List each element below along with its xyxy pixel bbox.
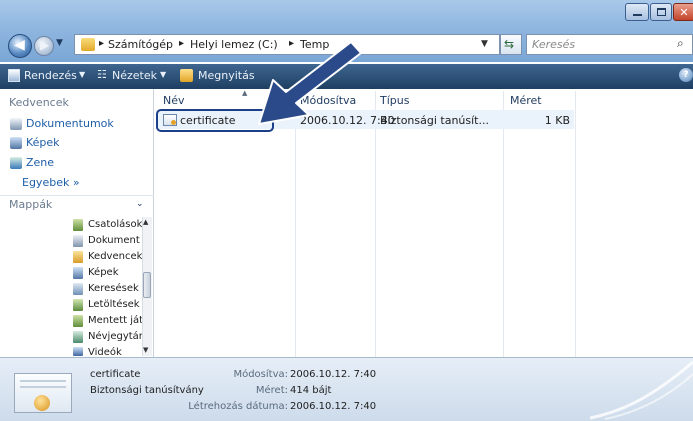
address-dropdown-icon[interactable]: ▼: [481, 39, 488, 49]
folders-collapse-chevron-icon[interactable]: ⌄: [136, 199, 144, 209]
size-label: Méret:: [255, 385, 288, 396]
text-line: [20, 386, 66, 388]
folder-item-nevjegytar[interactable]: Névjegytár: [88, 331, 143, 342]
size-value: 414 bájt: [290, 385, 332, 396]
folders-title: Mappák: [9, 198, 53, 211]
folder-item-letoltesek[interactable]: Letöltések: [88, 299, 140, 310]
column-header-size[interactable]: Méret: [510, 94, 542, 107]
certificate-file-icon: [163, 114, 177, 126]
help-icon[interactable]: ?: [679, 68, 693, 82]
seal-icon: [171, 120, 176, 125]
folder-tree-icon: [73, 235, 83, 247]
back-button[interactable]: ◀: [8, 34, 32, 58]
breadcrumb-sep-icon: ▸: [99, 38, 105, 49]
favorite-music[interactable]: Zene: [26, 156, 54, 169]
maximize-icon: [656, 8, 666, 16]
documents-icon: [10, 118, 22, 130]
refresh-icon: ⇆: [504, 37, 515, 51]
breadcrumb-sep-icon: ▸: [179, 38, 185, 49]
folder-item-videok-clip: Videók: [72, 347, 142, 357]
created-label: Létrehozás dátuma:: [188, 401, 288, 412]
column-header-name[interactable]: Név: [163, 94, 185, 107]
sort-up-icon: ▲: [242, 89, 248, 97]
details-file-type: Biztonsági tanúsítvány: [90, 385, 204, 396]
organize-icon: [8, 69, 20, 82]
folder-item-videok[interactable]: Videók: [88, 347, 122, 357]
file-size: 1 KB: [544, 114, 570, 127]
maximize-button[interactable]: [650, 3, 672, 21]
details-swoosh-decoration: [590, 360, 693, 420]
file-type: Biztonsági tanúsít...: [380, 114, 489, 127]
scroll-down-icon[interactable]: ▼: [143, 346, 148, 354]
column-divider: [503, 91, 504, 357]
pictures-icon: [10, 137, 22, 149]
views-chevron-icon[interactable]: ▼: [160, 70, 166, 79]
search-box[interactable]: Keresés ⌕: [526, 34, 693, 55]
created-value: 2006.10.12. 7:40: [290, 401, 377, 412]
pane-divider: [0, 195, 154, 196]
favorites-more-link[interactable]: Egyebek »: [22, 176, 80, 189]
refresh-button[interactable]: ⇆: [500, 34, 522, 55]
folder-item-csatolasok[interactable]: Csatolások: [88, 219, 142, 230]
column-divider: [575, 91, 576, 357]
forward-button[interactable]: ▶: [34, 36, 54, 56]
favorite-documents[interactable]: Dokumentumok: [26, 117, 114, 130]
folder-item-dokumentumok[interactable]: Dokument: [88, 235, 140, 246]
organize-button[interactable]: Rendezés: [24, 69, 77, 82]
close-icon: ✕: [679, 5, 689, 19]
folder-tree-icon: [73, 219, 83, 231]
folder-item-kepek[interactable]: Képek: [88, 267, 119, 278]
folder-item-mentett-jatekok[interactable]: Mentett ját: [88, 315, 143, 326]
modified-label: Módosítva:: [233, 369, 288, 380]
modified-value: 2006.10.12. 7:40: [290, 369, 377, 380]
views-icon: ☷: [97, 68, 107, 81]
search-icon[interactable]: ⌕: [677, 36, 684, 51]
text-line: [20, 380, 66, 382]
folder-tree-icon: [73, 331, 83, 343]
folder-icon: [81, 38, 95, 51]
arrow-right-icon: ▶: [40, 38, 50, 52]
music-icon: [10, 157, 22, 169]
column-header-type[interactable]: Típus: [380, 94, 409, 107]
details-file-name: certificate: [90, 369, 141, 380]
folder-tree-icon: [73, 267, 83, 279]
recent-pages-chevron-icon[interactable]: ▼: [56, 38, 63, 48]
favorite-pictures[interactable]: Képek: [26, 136, 60, 149]
organize-chevron-icon[interactable]: ▼: [79, 70, 85, 79]
file-name[interactable]: certificate: [180, 114, 236, 127]
folder-tree-icon: [73, 251, 83, 263]
minimize-button[interactable]: [625, 3, 649, 21]
breadcrumb-computer[interactable]: Számítógép: [108, 38, 173, 51]
scroll-thumb[interactable]: [143, 272, 151, 298]
favorites-title: Kedvencek: [9, 96, 69, 109]
folder-tree-icon: [73, 299, 83, 311]
search-input[interactable]: Keresés: [532, 38, 575, 51]
callout-arrow: [258, 41, 362, 125]
close-button[interactable]: ✕: [673, 3, 693, 21]
minimize-icon: [632, 14, 642, 16]
folder-item-kedvencek[interactable]: Kedvencek: [88, 251, 142, 262]
scroll-up-icon[interactable]: ▲: [143, 218, 148, 226]
open-folder-icon: [180, 69, 193, 82]
folder-item-keresesek[interactable]: Keresések: [88, 283, 139, 294]
certificate-large-icon: [14, 373, 72, 413]
folder-tree-icon: [73, 283, 83, 295]
arrow-left-icon: ◀: [14, 37, 25, 53]
views-button[interactable]: Nézetek: [112, 69, 157, 82]
folder-tree-icon: [73, 315, 83, 327]
open-button[interactable]: Megnyitás: [198, 69, 255, 82]
column-divider: [295, 91, 296, 357]
seal-icon: [34, 395, 50, 411]
column-divider: [375, 91, 376, 357]
